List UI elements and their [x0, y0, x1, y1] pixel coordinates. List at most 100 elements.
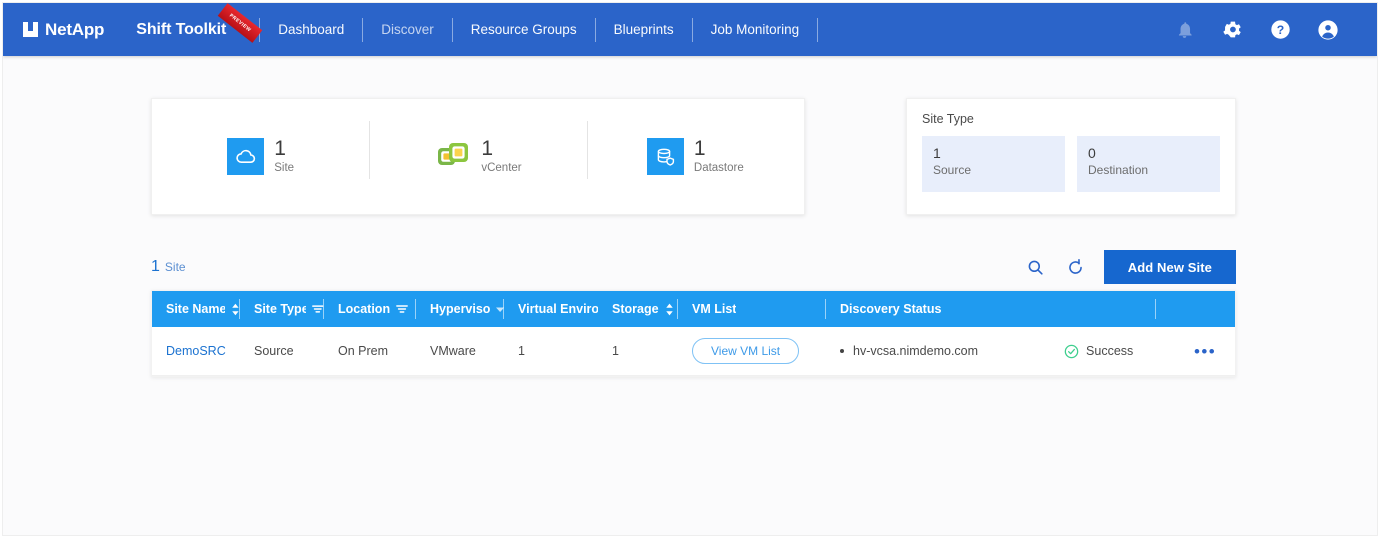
column-header-actions	[1156, 291, 1235, 327]
view-vm-list-button[interactable]: View VM List	[692, 338, 800, 364]
kpi-site-value: 1	[274, 137, 286, 161]
column-header-site-name-label: Site Name	[166, 302, 226, 316]
product-title-text: Shift Toolkit	[136, 20, 227, 38]
discovery-host-name: hv-vcsa.nimdemo.com	[853, 344, 979, 358]
bullet-icon	[840, 349, 844, 353]
column-header-site-type-label: Site Type	[254, 302, 307, 316]
cell-actions: •••	[1156, 327, 1235, 375]
netapp-logo-mark	[23, 22, 38, 37]
column-header-discovery-status-label: Discovery Status	[840, 302, 942, 316]
svg-text:?: ?	[1276, 23, 1283, 37]
nav-item-job-monitoring[interactable]: Job Monitoring	[694, 22, 817, 37]
product-title: Shift Toolkit PREVIEW	[136, 3, 263, 43]
column-header-location-label: Location	[338, 302, 391, 316]
column-header-hypervisor-label: Hypervisor	[430, 302, 490, 316]
nav-item-discover[interactable]: Discover	[364, 22, 451, 37]
success-check-icon	[1064, 344, 1079, 358]
site-type-tiles: 1 Source 0 Destination	[922, 136, 1220, 192]
column-header-storage-label: Storage	[612, 302, 659, 316]
nav-item-dashboard[interactable]: Dashboard	[261, 22, 361, 37]
kpi-datastore-text: 1 Datastore	[693, 137, 744, 175]
app-window: NetApp Shift Toolkit PREVIEW Dashboard D…	[2, 2, 1378, 536]
site-type-destination-value: 0	[1088, 145, 1096, 161]
cell-site-type: Source	[254, 344, 294, 358]
table-toolbar: 1 Site Add New Site	[151, 244, 1236, 290]
cell-hypervisor: VMware	[430, 344, 476, 358]
sort-icon	[665, 303, 673, 315]
netapp-logo-text: NetApp	[45, 19, 105, 39]
row-actions-menu-icon[interactable]: •••	[1194, 343, 1216, 360]
site-name-link[interactable]: DemoSRC	[166, 344, 226, 358]
cloud-icon	[227, 138, 265, 175]
netapp-logo[interactable]: NetApp	[3, 20, 126, 40]
column-header-site-name[interactable]: Site Name	[152, 291, 240, 327]
site-type-tile-source[interactable]: 1 Source	[922, 136, 1065, 192]
kpi-vcenter-value: 1	[481, 137, 494, 161]
nav-item-blueprints[interactable]: Blueprints	[597, 22, 691, 37]
refresh-icon[interactable]	[1064, 255, 1088, 279]
sites-table: Site Name Site Type Location Hypervisor …	[151, 290, 1236, 377]
column-header-vm-list[interactable]: VM List	[678, 291, 826, 327]
status-label: Success	[1086, 344, 1134, 358]
nav-divider	[451, 17, 453, 42]
site-count-label: Site	[164, 260, 186, 274]
kpi-datastore-value: 1	[693, 137, 706, 161]
filter-icon	[312, 305, 324, 313]
status-badge: Success	[1064, 344, 1133, 359]
help-icon[interactable]: ?	[1269, 19, 1291, 41]
column-header-site-type[interactable]: Site Type	[240, 291, 324, 327]
kpi-vcenter-text: 1 vCenter	[481, 137, 522, 175]
filter-icon	[396, 305, 408, 313]
column-header-virtual-environment[interactable]: Virtual Environ	[504, 291, 598, 327]
add-new-site-button[interactable]: Add New Site	[1103, 250, 1236, 284]
column-header-virtual-environment-label: Virtual Environ	[518, 302, 598, 316]
kpi-vcenter: 1 vCenter	[369, 99, 586, 214]
discovery-host-item: hv-vcsa.nimdemo.com	[840, 344, 978, 358]
kpi-vcenter-label: vCenter	[481, 162, 522, 175]
datastore-icon	[646, 138, 684, 175]
gear-icon[interactable]	[1221, 19, 1243, 41]
column-header-hypervisor[interactable]: Hypervisor	[416, 291, 504, 327]
kpi-site: 1 Site	[152, 99, 369, 214]
site-type-source-value: 1	[933, 145, 941, 161]
nav-divider	[691, 17, 693, 42]
site-type-card: Site Type 1 Source 0 Destination	[906, 98, 1236, 215]
account-icon[interactable]	[1317, 19, 1339, 41]
nav-divider	[817, 17, 819, 42]
nav-divider	[362, 17, 364, 42]
nav-divider	[594, 17, 596, 42]
sort-icon	[232, 303, 239, 315]
site-type-destination-label: Destination	[1088, 162, 1149, 177]
kpi-site-text: 1 Site	[274, 137, 295, 175]
column-header-storage[interactable]: Storage	[598, 291, 678, 327]
site-count-value: 1	[151, 258, 160, 275]
kpi-datastore: 1 Datastore	[586, 99, 804, 214]
table-row[interactable]: DemoSRC Source On Prem VMware 1 1 View V…	[152, 327, 1235, 376]
site-type-card-title: Site Type	[922, 112, 974, 126]
nav-icon-group: ?	[1173, 19, 1359, 41]
nav-item-resource-groups[interactable]: Resource Groups	[454, 22, 594, 37]
kpi-datastore-label: Datastore	[693, 162, 744, 175]
search-icon[interactable]	[1024, 255, 1048, 279]
cell-vm-list: View VM List	[678, 327, 826, 375]
cell-location: On Prem	[338, 344, 389, 358]
cell-discovery-status: hv-vcsa.nimdemo.com Success	[826, 327, 1156, 375]
cell-storage: 1	[612, 344, 619, 358]
site-type-source-label: Source	[933, 162, 972, 177]
chevron-down-icon	[495, 306, 504, 312]
cell-virtual-environment: 1	[518, 344, 525, 358]
table-header-row: Site Name Site Type Location Hypervisor …	[152, 291, 1235, 327]
column-header-discovery-status[interactable]: Discovery Status	[826, 291, 1156, 327]
column-header-vm-list-label: VM List	[692, 302, 737, 316]
vcenter-icon	[434, 138, 471, 175]
top-navigation-bar: NetApp Shift Toolkit PREVIEW Dashboard D…	[3, 3, 1377, 56]
kpi-site-label: Site	[274, 162, 295, 175]
cell-site-name: DemoSRC	[152, 327, 240, 375]
site-type-tile-destination[interactable]: 0 Destination	[1077, 136, 1220, 192]
column-header-location[interactable]: Location	[324, 291, 416, 327]
inventory-summary-card: 1 Site 1 vCenter 1 Datastore	[151, 98, 805, 215]
site-count-badge: 1 Site	[151, 258, 186, 276]
summary-cards-row: 1 Site 1 vCenter 1 Datastore Site Type 1…	[151, 98, 1236, 215]
bell-icon[interactable]	[1173, 19, 1195, 41]
page-content: 1 Site 1 vCenter 1 Datastore Site Type 1…	[3, 56, 1377, 535]
